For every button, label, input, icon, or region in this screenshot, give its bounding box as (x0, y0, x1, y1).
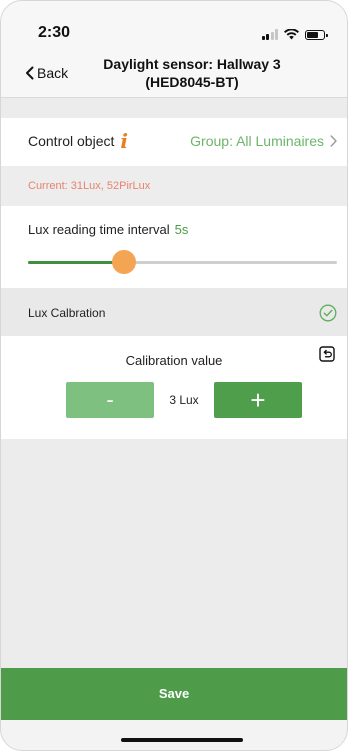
status-time: 2:30 (38, 24, 71, 41)
slider-fill (28, 261, 124, 264)
nav-bar: Back Daylight sensor: Hallway 3 (HED8045… (1, 47, 347, 97)
current-reading-text: Current: 31Lux, 52PirLux (28, 180, 151, 192)
group-value: Group: All Luminaires (190, 133, 324, 149)
home-indicator-area (1, 720, 347, 750)
calibration-panel: Calibration value - 3 Lux + (1, 336, 347, 439)
nav-divider (1, 97, 347, 98)
home-indicator[interactable] (121, 738, 243, 742)
back-label: Back (37, 65, 69, 81)
decrement-button[interactable]: - (66, 382, 154, 418)
lux-interval-label: Lux reading time interval (28, 222, 170, 237)
phone-screen: 2:30 Back Daylight sensor: Hallway 3 (HE… (0, 0, 348, 751)
info-icon[interactable]: i (120, 131, 128, 151)
slider-thumb[interactable] (111, 250, 136, 274)
lux-interval-label-group: Lux reading time interval 5s (28, 222, 188, 237)
lux-interval-value: 5s (174, 222, 189, 237)
back-button[interactable]: Back (25, 65, 68, 81)
control-object-label: Control object (28, 133, 115, 149)
wifi-icon (284, 29, 299, 40)
chevron-left-icon (26, 66, 34, 80)
page-title-line2: (HED8045-BT) (145, 74, 239, 90)
calibration-value-label: Calibration value (125, 353, 223, 368)
lux-calibration-title: Lux Calbration (28, 306, 106, 320)
increment-button[interactable]: + (214, 382, 302, 418)
status-bar: 2:30 (1, 1, 347, 47)
control-object-label-group: Control object i (28, 131, 128, 151)
lux-interval-row: Lux reading time interval 5s (1, 206, 347, 288)
lux-calibration-header: Lux Calbration (1, 288, 347, 336)
battery-icon (305, 30, 328, 40)
current-reading-row: Current: 31Lux, 52PirLux (1, 166, 347, 206)
control-object-row[interactable]: Control object i Group: All Luminaires (1, 118, 347, 166)
reset-icon[interactable] (319, 346, 335, 362)
chevron-right-icon (330, 135, 337, 147)
check-circle-icon (319, 304, 337, 322)
page-title-line1: Daylight sensor: Hallway 3 (103, 56, 281, 72)
calibration-value: 3 Lux (169, 393, 199, 407)
status-icons (261, 28, 328, 40)
signal-icon (261, 29, 278, 40)
save-button[interactable]: Save (1, 668, 347, 720)
page-title: Daylight sensor: Hallway 3 (HED8045-BT) (81, 55, 303, 91)
group-selector[interactable]: Group: All Luminaires (190, 133, 337, 149)
lux-interval-slider[interactable] (28, 250, 337, 274)
